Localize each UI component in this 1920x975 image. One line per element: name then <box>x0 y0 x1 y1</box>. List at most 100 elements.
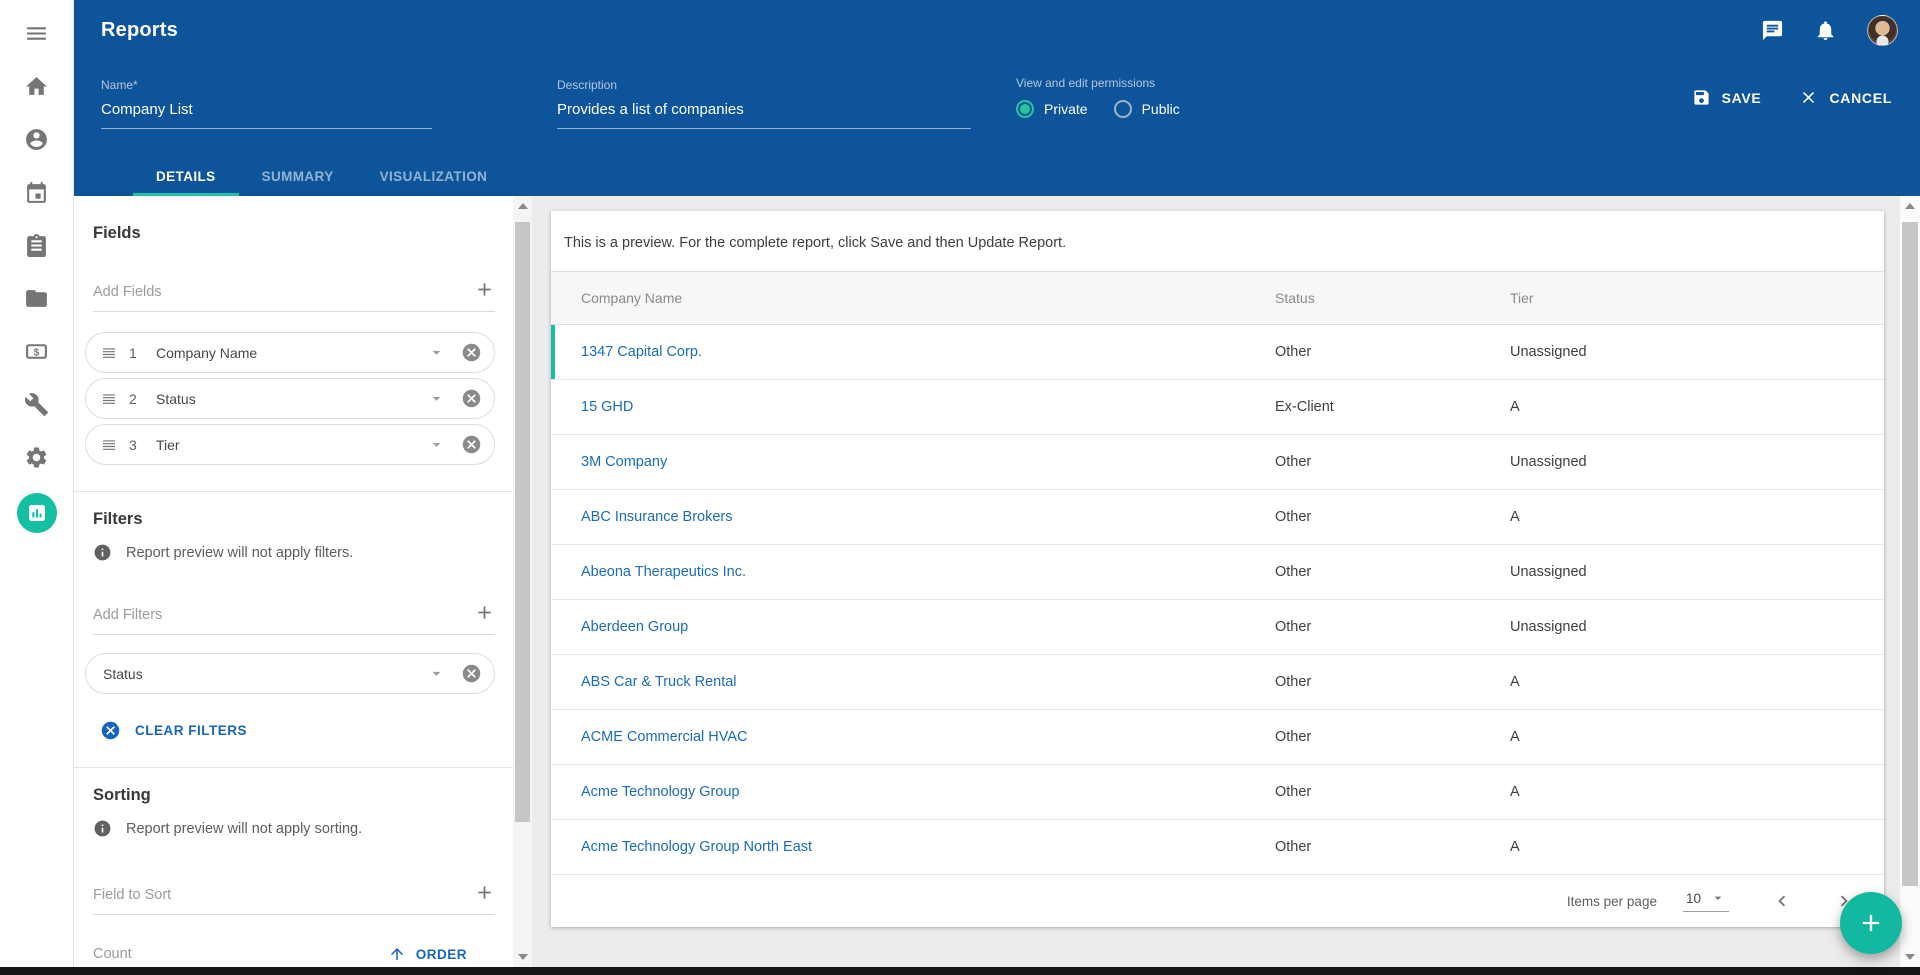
chat-icon[interactable] <box>1761 19 1784 42</box>
drag-handle-icon[interactable] <box>101 437 117 453</box>
reports-icon[interactable] <box>17 493 57 533</box>
clear-filters-button[interactable]: CLEAR FILTERS <box>100 720 495 741</box>
table-row[interactable]: 3M Company Other Unassigned <box>551 435 1884 490</box>
public-radio-label[interactable]: Public <box>1142 101 1180 117</box>
remove-field-icon[interactable] <box>461 434 482 455</box>
table-row[interactable]: 15 GHD Ex-Client A <box>551 380 1884 435</box>
filter-pill[interactable]: Status <box>85 653 495 694</box>
chevron-down-icon[interactable] <box>427 343 446 362</box>
panel-scrollbar-thumb[interactable] <box>515 222 530 822</box>
company-link[interactable]: ABS Car & Truck Rental <box>551 674 1275 690</box>
page-scrollbar-thumb[interactable] <box>1902 222 1918 886</box>
company-link[interactable]: ACME Commercial HVAC <box>551 729 1275 745</box>
remove-filter-icon[interactable] <box>461 663 482 684</box>
contacts-icon[interactable] <box>24 126 50 152</box>
field-order: 3 <box>129 437 143 453</box>
company-link[interactable]: Aberdeen Group <box>551 619 1275 635</box>
column-header: Company Name <box>551 290 1275 306</box>
company-link[interactable]: 3M Company <box>551 454 1275 470</box>
tier-cell: A <box>1510 839 1884 855</box>
table-row[interactable]: Aberdeen Group Other Unassigned <box>551 600 1884 655</box>
table-row[interactable]: Abeona Therapeutics Inc. Other Unassigne… <box>551 545 1884 600</box>
calendar-icon[interactable] <box>24 179 50 205</box>
remove-field-icon[interactable] <box>461 342 482 363</box>
menu-icon[interactable] <box>24 20 50 46</box>
permissions-block: View and edit permissions Private Public <box>1016 76 1206 118</box>
field-pill[interactable]: 3 Tier <box>85 424 495 465</box>
scroll-up-arrow-icon[interactable] <box>1905 203 1915 209</box>
tier-cell: A <box>1510 729 1884 745</box>
table-row[interactable]: ABS Car & Truck Rental Other A <box>551 655 1884 710</box>
add-filters-input[interactable]: Add Filters <box>93 607 162 623</box>
remove-field-icon[interactable] <box>461 388 482 409</box>
name-label: Name* <box>101 78 432 92</box>
company-link[interactable]: 15 GHD <box>551 399 1275 415</box>
tier-cell: A <box>1510 509 1884 525</box>
field-pill[interactable]: 2 Status <box>85 378 495 419</box>
add-fields-input[interactable]: Add Fields <box>93 284 162 300</box>
chevron-down-icon[interactable] <box>427 389 446 408</box>
table-row[interactable]: ABC Insurance Brokers Other A <box>551 490 1884 545</box>
private-radio-label[interactable]: Private <box>1044 101 1088 117</box>
scroll-down-arrow-icon[interactable] <box>1905 954 1915 960</box>
add-fields-plus-icon[interactable] <box>474 279 495 300</box>
field-pill[interactable]: 1 Company Name <box>85 332 495 373</box>
drag-handle-icon[interactable] <box>101 345 117 361</box>
company-link[interactable]: Acme Technology Group <box>551 784 1275 800</box>
report-description-field: Description Provides a list of companies <box>557 78 971 129</box>
field-to-sort-plus-icon[interactable] <box>474 882 495 903</box>
sorting-note: Report preview will not apply sorting. <box>126 821 362 837</box>
tasks-icon[interactable] <box>24 232 50 258</box>
settings-icon[interactable] <box>24 444 50 470</box>
field-pill-label: Status <box>156 391 427 407</box>
tier-cell: Unassigned <box>1510 619 1884 635</box>
user-avatar[interactable] <box>1867 15 1898 46</box>
company-link[interactable]: Abeona Therapeutics Inc. <box>551 564 1275 580</box>
info-icon <box>93 543 112 562</box>
filter-pills: Status <box>93 653 495 694</box>
field-order: 2 <box>129 391 143 407</box>
name-input[interactable]: Company List <box>101 101 432 129</box>
table-row[interactable]: ACME Commercial HVAC Other A <box>551 710 1884 765</box>
scroll-down-arrow-icon[interactable] <box>518 954 528 960</box>
app-window: $ Reports <box>0 0 1920 967</box>
tabs: DETAILSSUMMARYVISUALIZATION <box>133 156 510 196</box>
status-cell: Other <box>1275 454 1510 470</box>
chevron-down-icon[interactable] <box>427 435 446 454</box>
company-link[interactable]: ABC Insurance Brokers <box>551 509 1275 525</box>
table-row[interactable]: Acme Technology Group North East Other A <box>551 820 1884 875</box>
table-row[interactable]: 1347 Capital Corp. Other Unassigned <box>551 325 1884 380</box>
status-cell: Other <box>1275 509 1510 525</box>
field-to-sort-input[interactable]: Field to Sort <box>93 887 171 903</box>
order-button[interactable]: ORDER <box>388 945 467 963</box>
company-link[interactable]: 1347 Capital Corp. <box>551 344 1275 360</box>
chevron-down-icon[interactable] <box>427 664 446 683</box>
save-button[interactable]: SAVE <box>1692 88 1762 107</box>
add-filters-plus-icon[interactable] <box>474 602 495 623</box>
private-radio[interactable] <box>1016 100 1034 118</box>
description-input[interactable]: Provides a list of companies <box>557 101 971 129</box>
table-row[interactable]: Acme Technology Group Other A <box>551 765 1884 820</box>
page-scrollbar[interactable] <box>1900 196 1920 967</box>
report-config-panel: Fields Add Fields 1 Company Name 2 Statu… <box>74 196 513 967</box>
scroll-up-arrow-icon[interactable] <box>518 203 528 209</box>
panel-scrollbar[interactable] <box>513 196 532 967</box>
tab-visualization[interactable]: VISUALIZATION <box>357 156 511 196</box>
tools-icon[interactable] <box>24 391 50 417</box>
drag-handle-icon[interactable] <box>101 391 117 407</box>
folder-icon[interactable] <box>24 285 50 311</box>
public-radio[interactable] <box>1114 100 1132 118</box>
items-per-page-select[interactable]: 10 <box>1683 890 1729 912</box>
add-report-fab[interactable] <box>1840 892 1902 954</box>
cancel-button[interactable]: CANCEL <box>1799 88 1892 107</box>
company-link[interactable]: Acme Technology Group North East <box>551 839 1275 855</box>
home-icon[interactable] <box>24 73 50 99</box>
table-body: 1347 Capital Corp. Other Unassigned 15 G… <box>551 325 1884 875</box>
notifications-bell-icon[interactable] <box>1814 19 1837 42</box>
clear-filters-label: CLEAR FILTERS <box>135 723 247 738</box>
billing-icon[interactable]: $ <box>24 338 50 364</box>
tab-details[interactable]: DETAILS <box>133 156 239 196</box>
previous-page-button[interactable] <box>1771 890 1793 912</box>
tab-summary[interactable]: SUMMARY <box>239 156 357 196</box>
chevron-down-icon <box>1710 890 1726 906</box>
